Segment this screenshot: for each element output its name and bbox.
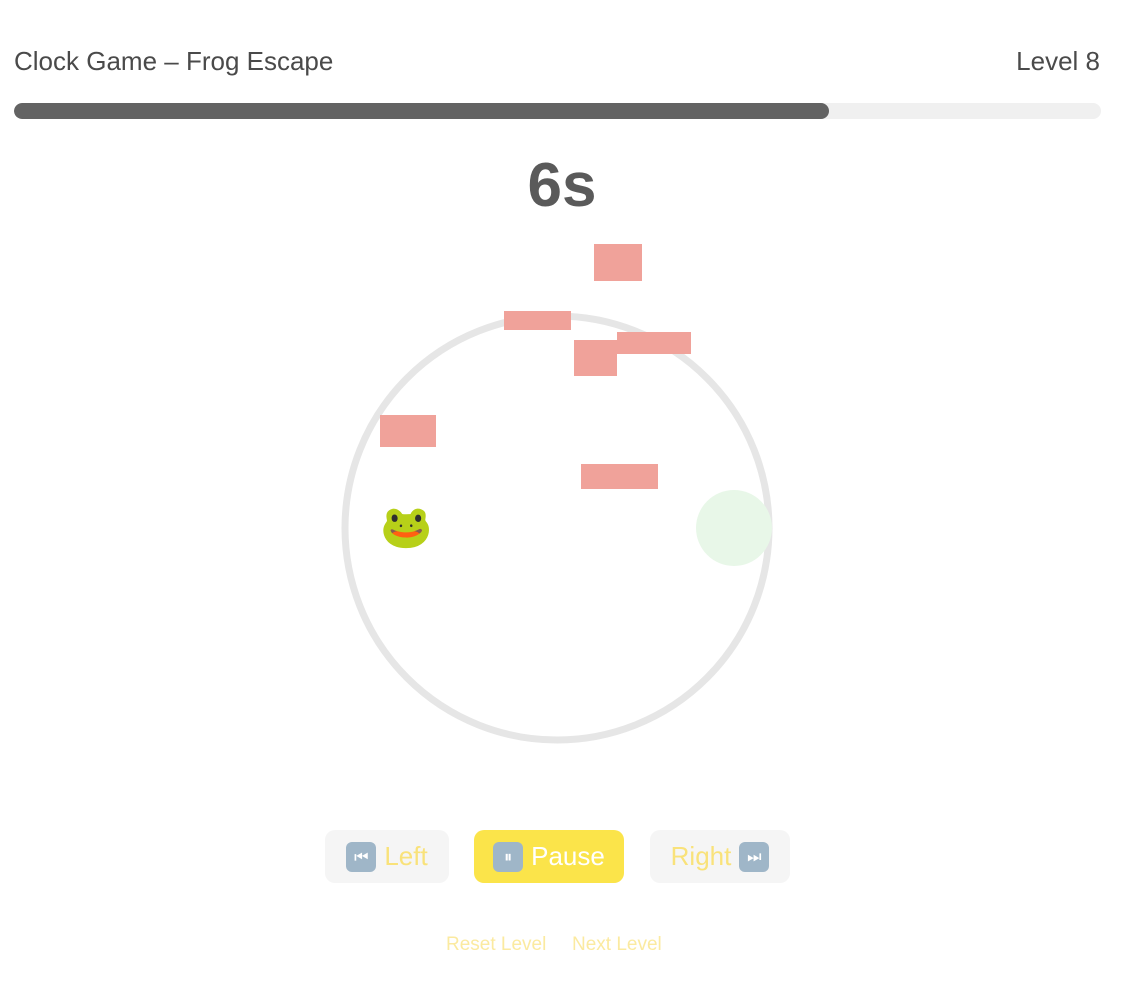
reset-level-link[interactable]: Reset Level [446, 934, 546, 956]
obstacle [581, 464, 658, 489]
skip-back-icon: ⏮ [346, 841, 377, 872]
frog-icon: 🐸 [380, 503, 433, 550]
controls: ⏮ Left ⏸ Pause Right ⏭ [0, 830, 1124, 884]
obstacle [594, 244, 642, 281]
left-button-label: Left [384, 841, 428, 871]
right-button[interactable]: Right ⏭ [650, 830, 790, 883]
pause-icon: ⏸ [493, 841, 524, 872]
obstacle [504, 311, 571, 330]
pause-button-label: Pause [531, 841, 605, 871]
skip-forward-icon: ⏭ [739, 841, 770, 872]
obstacle [617, 332, 691, 354]
goal-zone [696, 490, 772, 566]
right-button-label: Right [670, 841, 732, 871]
obstacle [380, 415, 436, 447]
obstacle [574, 340, 617, 376]
next-level-link[interactable]: Next Level [572, 934, 662, 956]
pause-button[interactable]: ⏸ Pause [474, 830, 624, 883]
left-button[interactable]: ⏮ Left [325, 830, 449, 883]
